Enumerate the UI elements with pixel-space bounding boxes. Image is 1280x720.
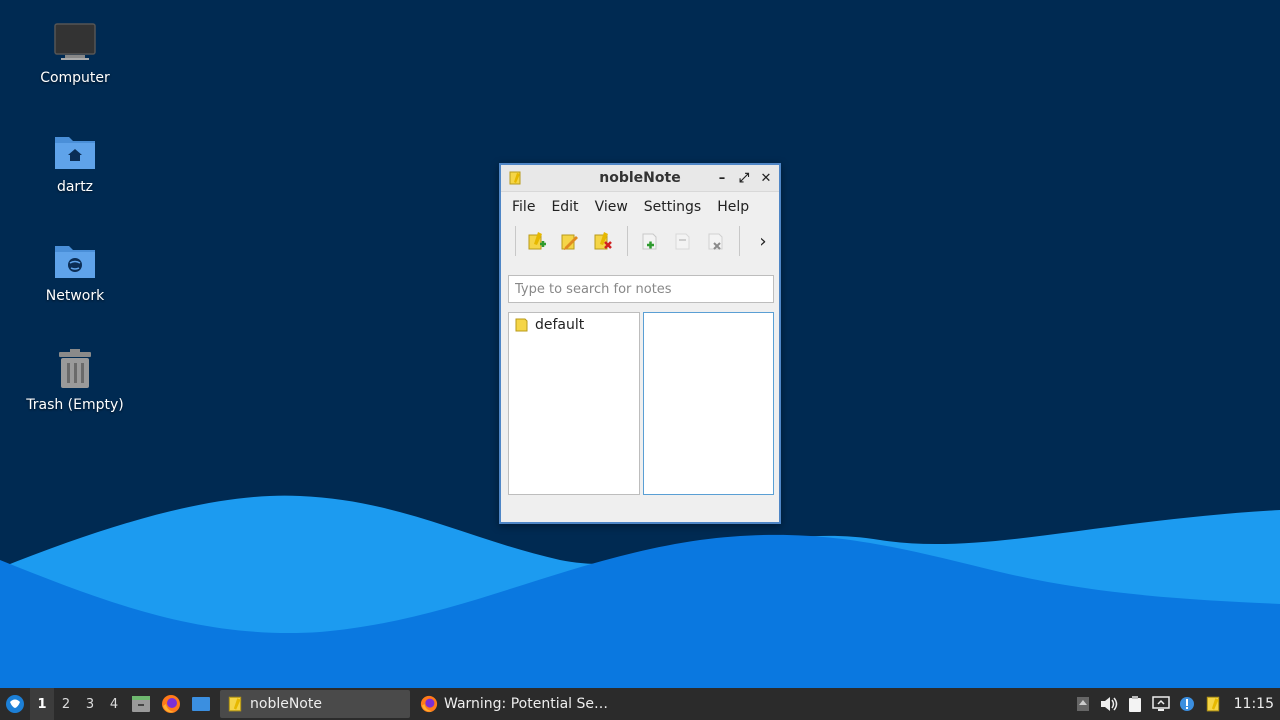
folder-label: default [535,317,585,333]
updates-tray-button[interactable] [1174,688,1200,720]
desktop-icon [192,697,210,711]
toolbar-separator [627,226,628,256]
delete-note-button[interactable] [700,226,730,256]
folder-item-default[interactable]: default [509,313,639,337]
firefox-icon [420,695,438,713]
notebook-icon [1206,696,1219,712]
close-button[interactable]: ✕ [757,169,775,187]
toolbar: › [501,222,779,260]
system-tray: 11:15 [1070,688,1280,720]
menu-edit[interactable]: Edit [543,192,586,222]
taskbar: 1 2 3 4 nobleNote Warning: Potential Se…… [0,688,1280,720]
desktop-icon-label: Network [45,288,105,304]
noblenote-window: nobleNote – ⤢ ✕ File Edit View Settings … [499,163,781,524]
minimize-icon: – [718,170,726,186]
delete-note-icon [708,233,723,250]
show-desktop-launcher[interactable] [186,688,216,720]
volume-button[interactable] [1096,688,1122,720]
note-list[interactable] [643,312,774,495]
volume-icon [1100,697,1117,711]
computer-icon [51,18,99,66]
menu-help[interactable]: Help [709,192,757,222]
eject-icon [1076,697,1089,711]
notification-icon [1179,697,1194,711]
new-note-icon [642,233,657,250]
task-noblenote[interactable]: nobleNote [220,690,410,718]
rename-folder-button[interactable] [555,226,585,256]
new-folder-icon [528,232,546,250]
menu-file[interactable]: File [504,192,543,222]
menu-view[interactable]: View [587,192,636,222]
delete-folder-button[interactable] [588,226,618,256]
desktop-icon-label: Computer [40,70,110,86]
network-tray-button[interactable] [1148,688,1174,720]
folder-list[interactable]: default [508,312,640,495]
start-menu-button[interactable] [0,688,30,720]
toolbar-overflow-button[interactable]: › [753,226,773,256]
task-label: nobleNote [250,696,322,712]
toolbar-separator [515,226,516,256]
window-titlebar[interactable]: nobleNote – ⤢ ✕ [501,165,779,192]
notebook-icon [226,695,244,713]
folder-icon [513,317,529,333]
workspace-2[interactable]: 2 [54,688,78,720]
firefox-launcher[interactable] [156,688,186,720]
noblenote-tray-button[interactable] [1200,688,1226,720]
menu-settings[interactable]: Settings [636,192,709,222]
desktop-icon-computer[interactable]: Computer [20,18,130,86]
clock[interactable]: 11:15 [1226,696,1280,712]
delete-folder-icon [594,232,612,250]
maximize-icon: ⤢ [738,170,750,186]
desktop-icon-home[interactable]: dartz [20,127,130,195]
desktop: Computer dartz Network Trash (Empty) nob… [0,0,1280,688]
new-folder-button[interactable] [522,226,552,256]
file-manager-launcher[interactable] [126,688,156,720]
toolbar-separator [739,226,740,256]
desktop-icon-label: dartz [56,179,94,195]
task-label: Warning: Potential Se… [444,696,609,712]
minimize-button[interactable]: – [713,169,731,187]
workspace-4[interactable]: 4 [102,688,126,720]
rename-note-icon [675,233,690,250]
close-icon: ✕ [760,170,772,186]
rename-note-button[interactable] [667,226,697,256]
menubar: File Edit View Settings Help [501,192,779,222]
network-folder-icon [51,236,99,284]
task-firefox[interactable]: Warning: Potential Se… [414,690,610,718]
chevron-right-icon: › [759,230,767,252]
maximize-button[interactable]: ⤢ [735,169,753,187]
tray-expand-button[interactable] [1070,688,1096,720]
desktop-icon-trash[interactable]: Trash (Empty) [20,345,130,413]
trash-icon [51,345,99,393]
clipboard-tray-button[interactable] [1122,688,1148,720]
home-folder-icon [51,127,99,175]
workspace-3[interactable]: 3 [78,688,102,720]
start-menu-icon [6,695,24,713]
network-icon [1151,696,1170,711]
clipboard-icon [1128,696,1141,712]
file-manager-icon [132,696,150,712]
notebook-icon [507,170,523,190]
search-input[interactable] [508,275,774,303]
workspace-1[interactable]: 1 [30,688,54,720]
new-note-button[interactable] [634,226,664,256]
firefox-icon [162,695,180,713]
rename-folder-icon [561,234,578,250]
desktop-icon-label: Trash (Empty) [26,397,124,413]
desktop-icon-network[interactable]: Network [20,236,130,304]
